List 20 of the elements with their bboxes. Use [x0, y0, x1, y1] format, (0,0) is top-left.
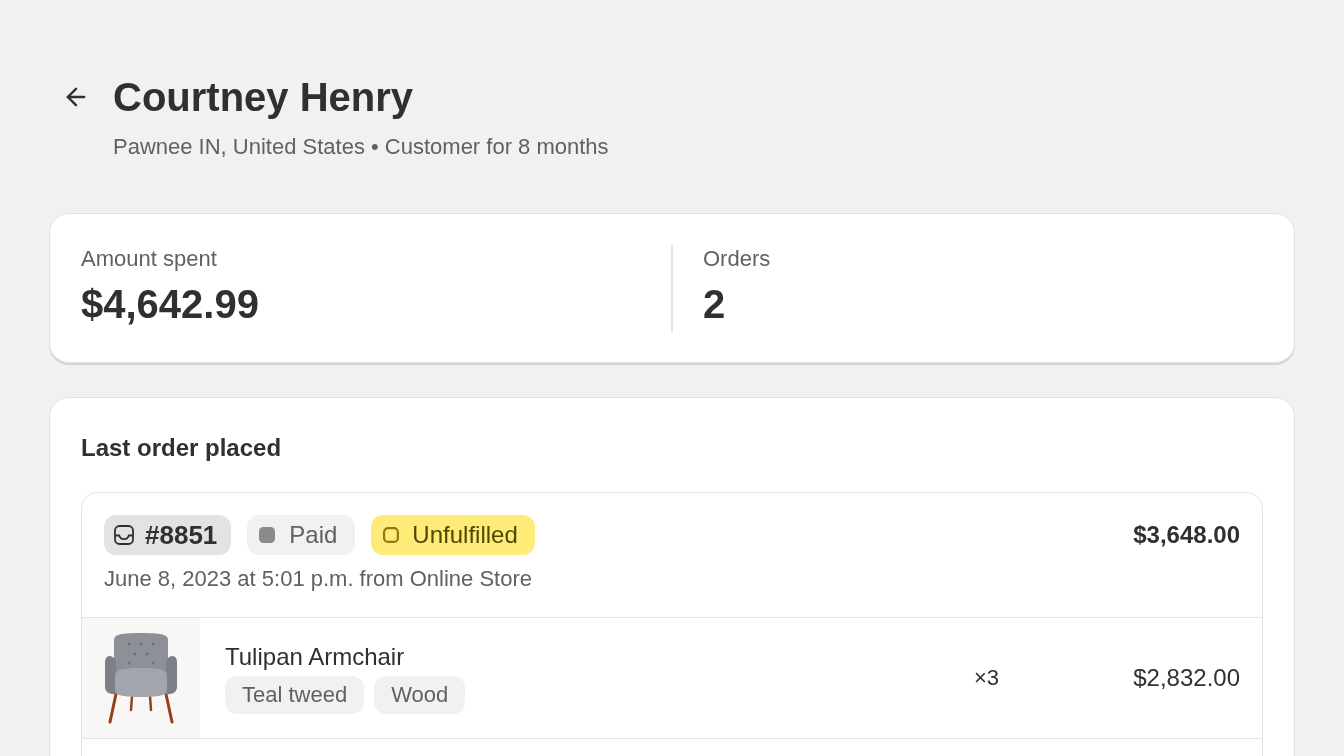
- product-name: Tulipan Armchair: [225, 642, 406, 672]
- customer-summary: Pawnee IN, United States • Customer for 8 months: [113, 133, 609, 161]
- stat-value: 2: [703, 281, 727, 328]
- order-number: #8851: [145, 519, 218, 552]
- customer-name: Courtney Henry: [113, 74, 415, 121]
- variant-tag: Wood: [374, 676, 466, 714]
- order-date: June 8, 2023 at 5:01 p.m. from Online Store: [104, 565, 534, 593]
- section-heading: Last order placed: [81, 433, 283, 463]
- fulfillment-status-text: Unfulfilled: [412, 520, 518, 550]
- status-square-icon: [259, 527, 276, 543]
- line-price: $2,832.00: [1132, 663, 1240, 693]
- stat-value: $4,642.99: [81, 281, 260, 328]
- payment-status-text: Paid: [289, 520, 338, 550]
- status-outline-square-icon: [383, 527, 400, 543]
- variant-tag: Teal tweed: [225, 676, 365, 714]
- stat-label: Orders: [703, 245, 772, 273]
- quantity: ×3: [973, 664, 999, 692]
- inbox-icon: [114, 525, 134, 545]
- stat-label: Amount spent: [81, 245, 218, 273]
- order-total: $3,648.00: [1133, 520, 1240, 550]
